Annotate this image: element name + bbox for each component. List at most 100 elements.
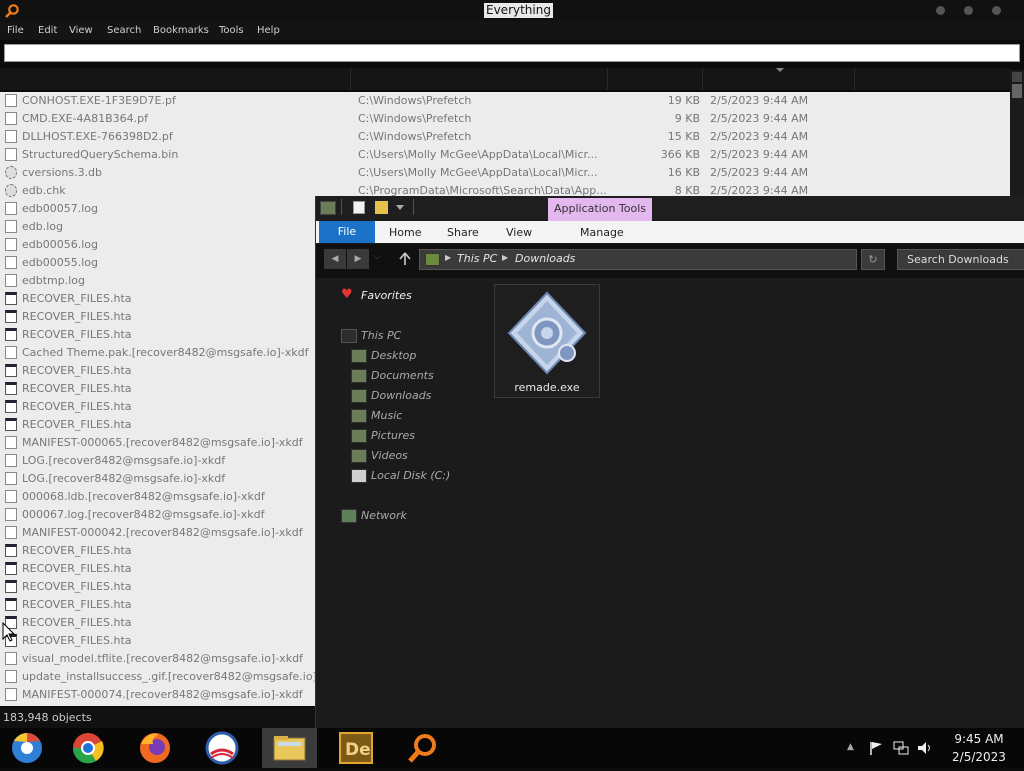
file-name: visual_model.tflite.[recover8482@msgsafe… [22,652,303,665]
column-name-header[interactable] [0,68,351,90]
file-name: DLLHOST.EXE-766398D2.pf [22,130,173,143]
hta-application-icon [5,598,17,611]
file-icon [5,202,17,215]
firefox-icon[interactable] [133,730,177,766]
column-header-bar [0,68,1010,90]
toolbar-separator [341,199,342,215]
menu-edit[interactable]: Edit [38,25,57,36]
chromium-icon[interactable] [5,730,49,766]
file-icon [5,508,17,521]
application-tools-tab: Application Tools [548,198,652,222]
downloads-folder-icon [425,253,440,266]
date-modified: 2/5/2023 9:44 AM [710,148,809,161]
network-tray-icon[interactable] [892,740,910,756]
forward-button[interactable]: ▶ [347,249,369,269]
address-bar[interactable]: ▶ This PC ▶ Downloads [419,249,857,270]
hta-application-icon [5,364,17,377]
tab-view[interactable]: View [506,226,532,239]
column-size-header[interactable] [609,68,703,90]
file-size: 16 KB [667,166,700,179]
new-folder-icon[interactable] [375,201,388,214]
breadcrumb-downloads[interactable]: Downloads [515,252,575,265]
volume-icon[interactable] [916,740,934,756]
everything-search-icon[interactable] [400,730,444,766]
file-name: Cached Theme.pak.[recover8482@msgsafe.io… [22,346,309,359]
file-name: edb.log [22,220,63,233]
column-path-header[interactable] [352,68,608,90]
file-icon [5,238,17,251]
properties-icon[interactable] [353,201,365,214]
back-button[interactable]: ◀ [324,249,346,269]
desktop-icon [351,349,367,363]
maximize-button[interactable] [964,6,973,15]
result-row[interactable]: DLLHOST.EXE-766398D2.pf C:\Windows\Prefet… [0,128,1010,146]
file-name: CONHOST.EXE-1F3E9D7E.pf [22,94,176,107]
hta-application-icon [5,400,17,413]
computer-icon [341,329,357,343]
file-name: edb00057.log [22,202,98,215]
menu-bookmarks[interactable]: Bookmarks [153,25,209,36]
tab-manage[interactable]: Manage [580,226,624,239]
search-input[interactable] [4,44,1020,62]
menu-search[interactable]: Search [107,25,141,36]
status-bar: 183,948 objects [0,708,316,728]
file-name: StructuredQuerySchema.bin [22,148,179,161]
result-row[interactable]: CMD.EXE-4A81B364.pf C:\Windows\Prefetch 9 … [0,110,1010,128]
nav-label: Local Disk (C:) [371,469,451,482]
file-name: LOG.[recover8482@msgsafe.io]-xkdf [22,472,226,485]
hta-application-icon [5,382,17,395]
chrome-icon[interactable] [66,730,110,766]
explorer-titlebar: Application Tools [316,196,1024,222]
scroll-up-arrow[interactable] [1012,72,1022,82]
file-icon [5,472,17,485]
menu-help[interactable]: Help [257,25,280,36]
file-name: RECOVER_FILES.hta [22,544,132,557]
date-modified: 2/5/2023 9:44 AM [710,130,809,143]
music-icon [351,409,367,423]
file-name: edb.chk [22,184,66,197]
object-count: 183,948 objects [3,711,92,724]
nav-label: Desktop [371,349,417,362]
clock-date[interactable]: 2/5/2023 [948,750,1010,764]
sort-arrow-icon [776,68,784,72]
file-name: edbtmp.log [22,274,86,287]
breadcrumb-chevron-icon[interactable]: ▶ [445,253,451,262]
file-name: edb00055.log [22,256,98,269]
minimize-button[interactable] [936,6,945,15]
clock-time[interactable]: 9:45 AM [948,732,1010,746]
tab-share[interactable]: Share [447,226,479,239]
menu-tools[interactable]: Tools [219,25,244,36]
show-hidden-icons-chevron-icon[interactable]: ▲ [847,742,854,752]
file-explorer-icon[interactable] [262,728,317,768]
file-name: RECOVER_FILES.hta [22,400,132,413]
quick-access-dropdown-icon[interactable] [396,205,404,211]
file-name: cversions.3.db [22,166,103,179]
file-icon [5,688,17,701]
result-row[interactable]: cversions.3.db C:\Users\Molly McGee\AppDa… [0,164,1010,182]
tab-file[interactable]: File [319,221,375,243]
breadcrumb-this-pc[interactable]: This PC [457,252,497,265]
file-name: MANIFEST-000065.[recover8482@msgsafe.io]… [22,436,303,449]
menu-file[interactable]: File [7,25,24,36]
breadcrumb-chevron-icon[interactable]: ▶ [502,253,508,262]
tab-home[interactable]: Home [389,226,421,239]
scroll-thumb[interactable] [1012,84,1022,98]
result-row[interactable]: StructuredQuerySchema.bin C:\Users\Molly … [0,146,1010,164]
file-item-remade-exe[interactable]: remade.exe [494,284,600,398]
recent-locations-icon[interactable]: ⌵ [374,252,381,262]
up-arrow-icon[interactable] [399,252,411,266]
file-name: RECOVER_FILES.hta [22,616,132,629]
search-downloads-input[interactable]: Search Downloads [897,249,1024,270]
obama-campaign-icon[interactable] [200,730,244,766]
file-icon [5,256,17,269]
action-center-flag-icon[interactable] [868,740,884,756]
menu-view[interactable]: View [69,25,93,36]
file-icon [5,526,17,539]
file-name: RECOVER_FILES.hta [22,310,132,323]
file-name: RECOVER_FILES.hta [22,562,132,575]
refresh-button[interactable]: ↻ [861,249,885,270]
dreamweaver-icon[interactable]: De [334,730,378,766]
close-button[interactable] [992,6,1001,15]
pictures-icon [351,429,367,443]
result-row[interactable]: CONHOST.EXE-1F3E9D7E.pf C:\Windows\Prefet… [0,92,1010,110]
